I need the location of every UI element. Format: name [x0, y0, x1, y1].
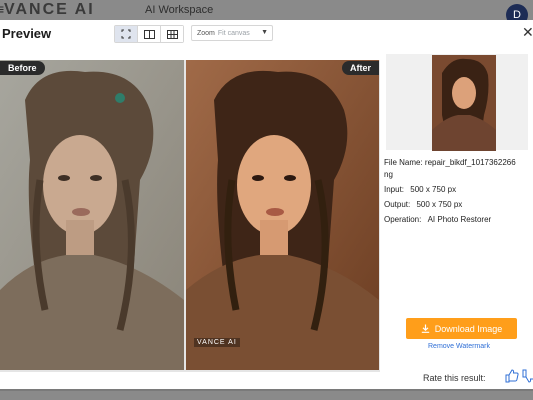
modal-title: Preview	[2, 26, 52, 41]
rate-label: Rate this result:	[423, 373, 486, 383]
before-image: Before	[0, 60, 184, 370]
chevron-down-icon: ▼	[261, 29, 268, 36]
after-label: After	[341, 61, 379, 75]
workspace-title: AI Workspace	[145, 4, 214, 16]
operation-label: Operation:	[384, 215, 422, 224]
download-icon	[421, 324, 429, 333]
output-value: 500 x 750 px	[416, 200, 463, 209]
view-mode-toggle	[114, 25, 184, 43]
close-icon[interactable]: ✕	[522, 24, 533, 41]
output-size-row: Output: 500 x 750 px	[384, 200, 462, 210]
operation-row: Operation: AI Photo Restorer	[384, 215, 491, 225]
file-name-value: repair_bikdf_1017362266	[424, 158, 516, 167]
input-size-row: Input: 500 x 750 px	[384, 185, 456, 195]
result-thumbnail	[432, 55, 496, 151]
download-label: Download Image	[434, 323, 503, 334]
output-label: Output:	[384, 200, 411, 209]
zoom-value: Fit canvas	[217, 30, 250, 37]
side-by-side-icon[interactable]	[138, 26, 161, 42]
input-value: 500 x 750 px	[410, 185, 457, 194]
file-name-label: File Name:	[384, 158, 423, 167]
before-label: Before	[0, 61, 45, 75]
download-button[interactable]: Download Image	[406, 318, 517, 339]
app-header: ≡ VANCE AI AI Workspace	[0, 0, 533, 20]
file-name-row: File Name: repair_bikdf_1017362266	[384, 158, 516, 168]
footer-strip	[0, 391, 533, 400]
remove-watermark-link[interactable]: Remove Watermark	[428, 343, 490, 350]
zoom-label: Zoom	[197, 30, 215, 37]
vanceai-logo: VANCE AI	[4, 1, 95, 18]
compare-area: Before After VANCE AI	[0, 60, 380, 372]
watermark: VANCE AI	[194, 338, 240, 347]
grid-view-icon[interactable]	[161, 26, 183, 42]
zoom-select[interactable]: Zoom Fit canvas ▼	[191, 25, 273, 41]
split-view-icon[interactable]	[115, 26, 138, 42]
preview-modal: Preview Zoom Fit canvas ▼ ✕ Before After…	[0, 20, 533, 389]
thumbs-down-icon[interactable]	[522, 369, 533, 388]
modal-header: Preview Zoom Fit canvas ▼ ✕	[0, 20, 533, 48]
file-name-cont: ng	[384, 170, 393, 179]
operation-value: AI Photo Restorer	[427, 215, 492, 224]
after-image: After VANCE AI	[186, 60, 379, 370]
input-label: Input:	[384, 185, 405, 194]
thumbnail-frame	[386, 54, 528, 151]
thumbs-up-icon[interactable]	[505, 369, 519, 388]
